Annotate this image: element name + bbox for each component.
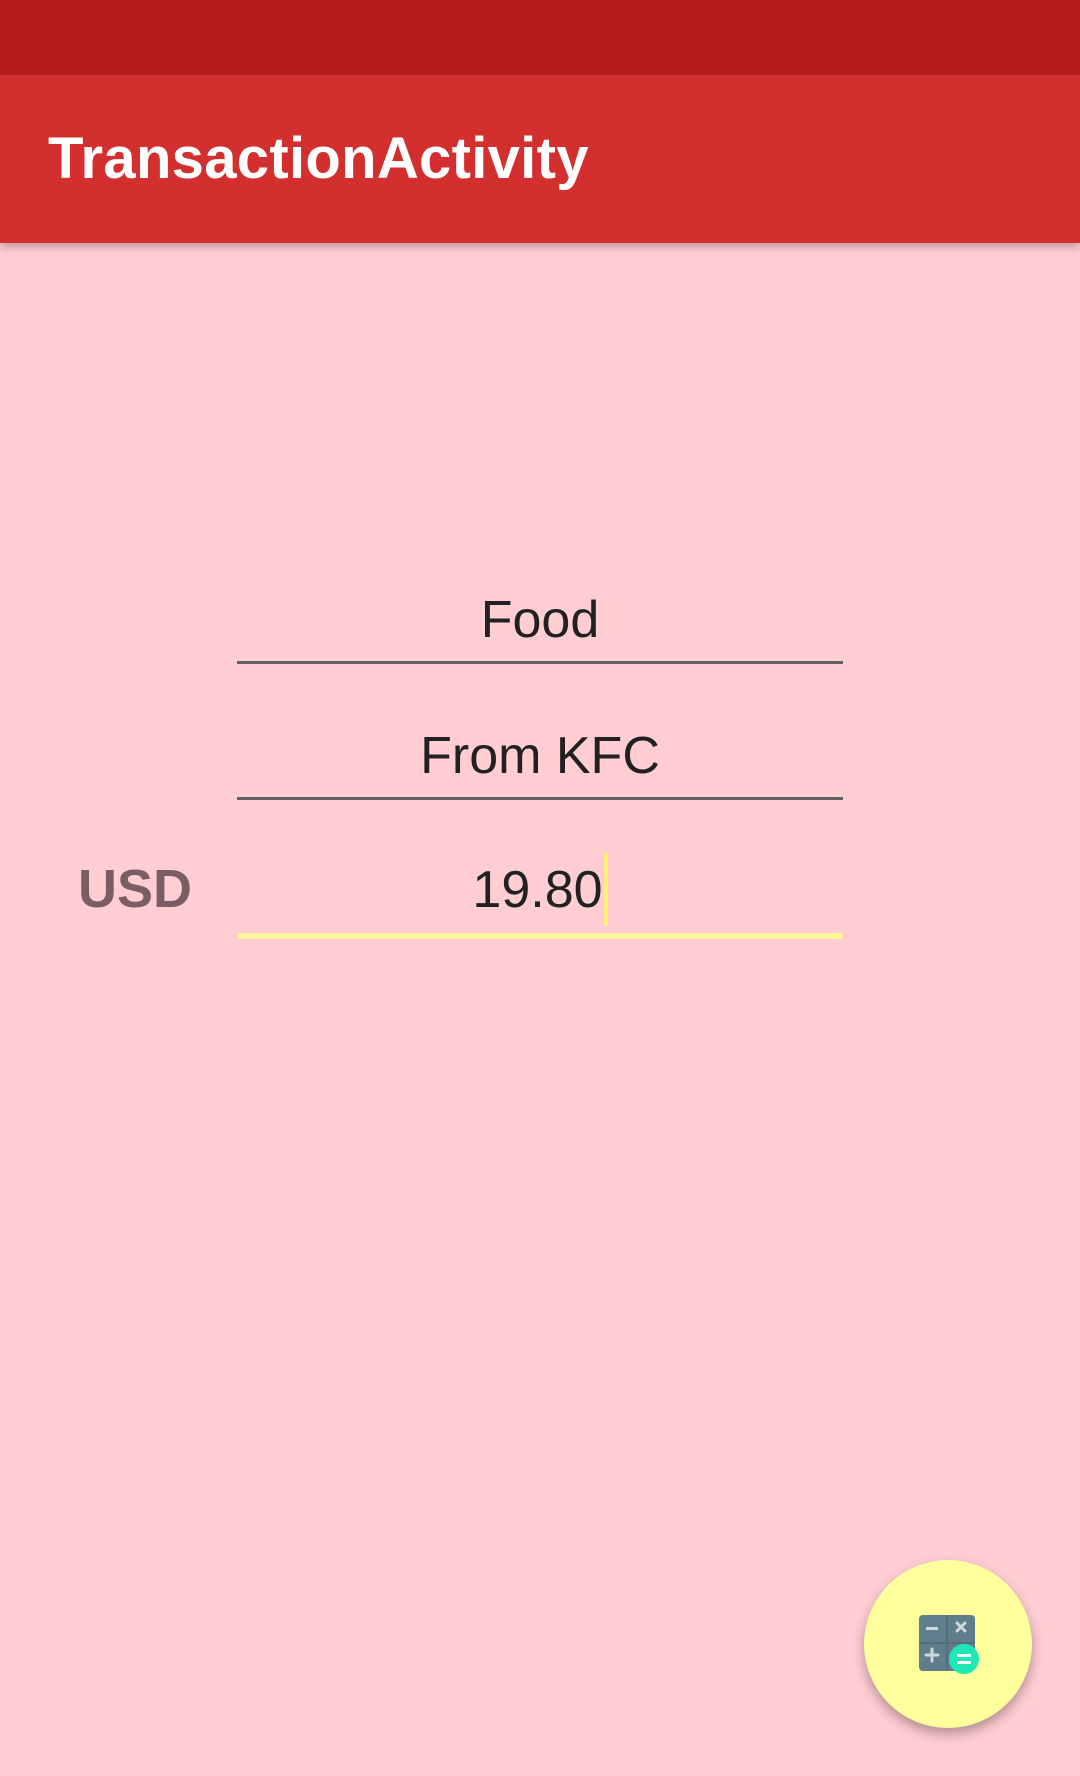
calculator-icon	[919, 1615, 979, 1674]
category-underline	[237, 661, 843, 664]
amount-input[interactable]: 19.80	[237, 852, 843, 927]
description-input[interactable]: From KFC	[237, 721, 843, 791]
calculator-fab-button[interactable]	[864, 1560, 1032, 1728]
category-field[interactable]: Food	[237, 585, 843, 665]
text-cursor	[603, 852, 608, 927]
currency-label: USD	[78, 859, 193, 919]
description-field[interactable]: From KFC	[237, 721, 843, 801]
page-title: TransactionActivity	[48, 126, 589, 191]
description-underline	[237, 797, 843, 800]
amount-field[interactable]: 19.80	[237, 852, 843, 939]
amount-value: 19.80	[472, 861, 603, 919]
amount-underline	[237, 933, 843, 939]
status-bar	[0, 0, 1080, 75]
category-input[interactable]: Food	[237, 585, 843, 655]
app-bar: TransactionActivity	[0, 75, 1080, 243]
